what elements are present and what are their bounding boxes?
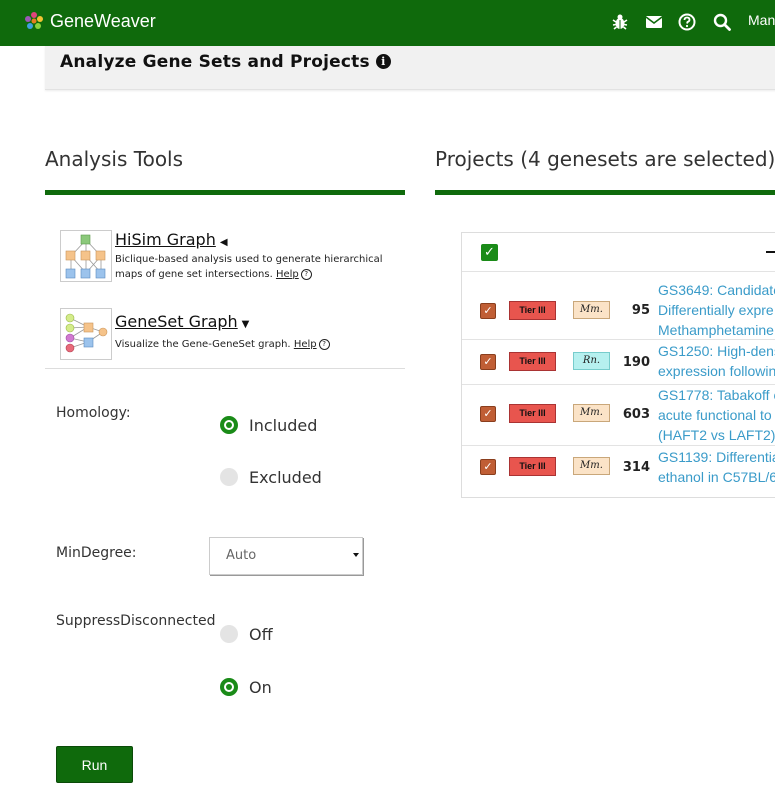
min-degree-value: Auto [226,548,257,563]
analysis-tools-title: Analysis Tools [45,147,184,171]
tier-badge: Tier III [509,457,556,476]
user-menu[interactable]: Mana [748,12,775,28]
homology-label: Homology: [56,405,131,421]
analysis-tools-rule [45,190,405,195]
geneset-row[interactable]: ✓ Tier III Mm. 314 GS1139: Differentia e… [462,446,775,492]
tier-badge: Tier III [509,352,556,371]
tier-badge: Tier III [509,404,556,423]
caret-down-icon: ▼ [241,319,250,330]
geneset-row[interactable]: ✓ Tier III Mm. 95 GS3649: Candidate Diff… [462,273,775,340]
bug-icon[interactable] [609,11,631,33]
gene-count: 95 [631,303,650,318]
homology-excluded-label[interactable]: Excluded [249,468,322,487]
question-circle-icon[interactable] [676,11,698,33]
top-navbar: GeneWeaver Mana [0,0,775,46]
homology-excluded-radio[interactable] [220,468,238,486]
page-header: Analyze Gene Sets and Projects i [45,46,775,90]
min-degree-select[interactable]: Auto [209,537,363,575]
homology-included-label[interactable]: Included [249,416,317,435]
hisim-graph-description: Biclique-based analysis used to generate… [115,254,383,280]
geneset-title-link[interactable]: GS1250: High-dens expression followin [658,341,775,381]
gene-count: 190 [622,355,650,370]
projects-rule [435,190,775,195]
projects-panel-header: ✓ [462,233,775,272]
geneset-graph-link[interactable]: GeneSet Graph ▼ [115,312,249,331]
hisim-graph-thumbnail-icon [60,230,112,282]
geneset-row[interactable]: ✓ Tier III Mm. 603 GS1778: Tabakoff e ac… [462,385,775,446]
brand[interactable]: GeneWeaver [24,9,156,33]
brand-name: GeneWeaver [50,10,156,31]
suppress-on-label[interactable]: On [249,678,272,697]
hisim-help-link[interactable]: Help [276,269,299,280]
select-all-checkbox[interactable]: ✓ [481,244,498,261]
search-icon[interactable] [711,11,733,33]
suppress-off-label[interactable]: Off [249,625,273,644]
geneset-graph-thumbnail-icon [60,308,112,360]
geneset-title-link[interactable]: GS3649: Candidate Differentially expre M… [658,280,775,340]
help-circle-icon[interactable]: ? [300,269,312,280]
species-badge: Rn. [573,352,610,370]
geneset-checkbox[interactable]: ✓ [480,459,496,475]
projects-panel: ✓ ✓ Tier III Mm. 95 GS3649: Candidate Di… [461,232,775,498]
geneset-help-link[interactable]: Help [294,339,317,350]
species-badge: Mm. [573,404,610,422]
geneset-checkbox[interactable]: ✓ [480,303,496,319]
species-badge: Mm. [573,301,610,319]
caret-left-icon: ◀ [219,237,228,248]
suppress-disconnected-label: SuppressDisconnected [56,613,216,629]
geneset-checkbox[interactable]: ✓ [480,406,496,422]
projects-title: Projects (4 genesets are selected) [435,147,775,171]
geneset-row[interactable]: ✓ Tier III Rn. 190 GS1250: High-dens exp… [462,340,775,385]
suppress-on-radio[interactable] [220,678,238,696]
info-icon[interactable]: i [375,54,391,69]
tier-badge: Tier III [509,301,556,320]
hisim-graph-link[interactable]: HiSim Graph ◀ [115,230,228,249]
homology-included-radio[interactable] [220,416,238,434]
gene-count: 603 [622,407,650,422]
gene-count: 314 [622,460,650,475]
geneset-graph-description: Visualize the Gene-GeneSet graph. Help? [115,337,405,352]
geneweaver-logo-icon [25,12,43,29]
help-circle-icon[interactable]: ? [318,339,330,350]
geneset-checkbox[interactable]: ✓ [480,354,496,370]
geneset-title-link[interactable]: GS1778: Tabakoff e acute functional to (… [658,385,775,445]
tools-divider [45,368,405,369]
chevron-down-icon [353,553,359,557]
envelope-icon[interactable] [643,11,665,33]
page-title: Analyze Gene Sets and Projects i [60,52,391,72]
suppress-off-radio[interactable] [220,625,238,643]
geneset-title-link[interactable]: GS1139: Differentia ethanol in C57BL/6 [658,447,775,487]
species-badge: Mm. [573,457,610,475]
min-degree-label: MinDegree: [56,545,137,561]
run-button[interactable]: Run [56,746,133,783]
collapse-icon[interactable] [766,251,775,253]
